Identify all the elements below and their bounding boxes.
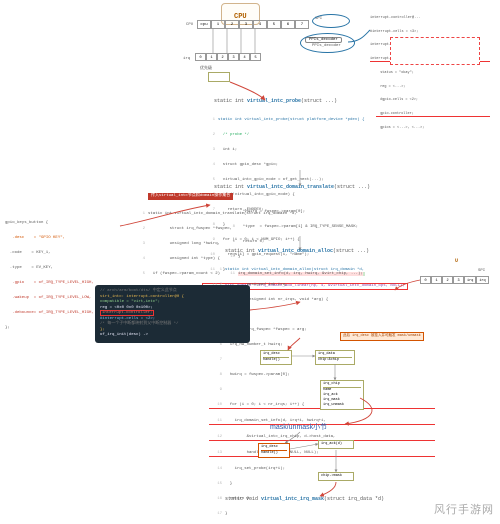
- irq-cell: 1: [206, 53, 217, 61]
- irq-cell: 4: [239, 53, 250, 61]
- code3-callout: 此后 irq_desc 被挂入并可触发 mask/unmask: [340, 332, 424, 341]
- small-box-1: [208, 72, 230, 82]
- watermark: 风行手游网: [434, 501, 494, 517]
- cpu-cell: 2: [225, 20, 239, 29]
- cpu-row-label: CPU: [186, 23, 193, 27]
- cpu-cell: cpu: [197, 20, 211, 29]
- irq-cell: 5: [250, 53, 261, 61]
- cpu-cell: 4: [253, 20, 267, 29]
- mask-section-title: mask/unmask小节: [270, 422, 327, 432]
- irq-chip-box: irq_chip name irq_ack irq_mask irq_unmas…: [320, 380, 364, 410]
- code2-title: static int virtual_intc_domain_translate…: [214, 184, 370, 190]
- cpu-cell: 7: [295, 20, 309, 29]
- blue-ellipse-2: [312, 14, 350, 28]
- cpu-cell: 6: [281, 20, 295, 29]
- cpu-cell: 3: [239, 20, 253, 29]
- cpu-cell: 5: [267, 20, 281, 29]
- code3-cells: 0 1 2 3 irq irq: [420, 276, 489, 284]
- priority-label: 优先级: [200, 65, 212, 71]
- irq-priority-cells: 0 1 2 3 4 5: [195, 53, 261, 61]
- tail-fn: static void virtual_intc_irq_mask(struct…: [225, 496, 384, 502]
- dark-dts: // arch/arm/boot/dts/ 中定义此节点 virt_intc: …: [95, 285, 250, 343]
- dts-tree-header: interrupt-controller@...: [370, 16, 490, 21]
- irq-cell: 3: [228, 53, 239, 61]
- code3-U: U: [455, 258, 458, 264]
- code1-title: static int virtual_intc_probe(struct ...…: [214, 98, 337, 104]
- cpu-cells: cpu 1 2 3 4 5 6 7: [197, 20, 309, 29]
- code3-title: static int virtual_intc_domain_alloc(str…: [225, 248, 369, 254]
- irq-cell: 2: [217, 53, 228, 61]
- irq-label: irq: [183, 57, 190, 61]
- irq-desc-box-1: irq_desc handle(): [260, 350, 292, 365]
- irq-data-box: irq_data chip:&chip: [315, 350, 355, 365]
- code3-spi: SPI: [478, 269, 485, 273]
- irq-ack-box: irq_ack(d): [318, 440, 354, 449]
- irq-desc-box-2: irq_desc handle(): [258, 443, 290, 458]
- chip-mask-box: chip->mask: [318, 472, 354, 481]
- dts-tree-highlight: [390, 37, 480, 65]
- irq-cell: 0: [195, 53, 206, 61]
- cpu-cell: 1: [211, 20, 225, 29]
- blue-ellipse-1: [300, 33, 355, 53]
